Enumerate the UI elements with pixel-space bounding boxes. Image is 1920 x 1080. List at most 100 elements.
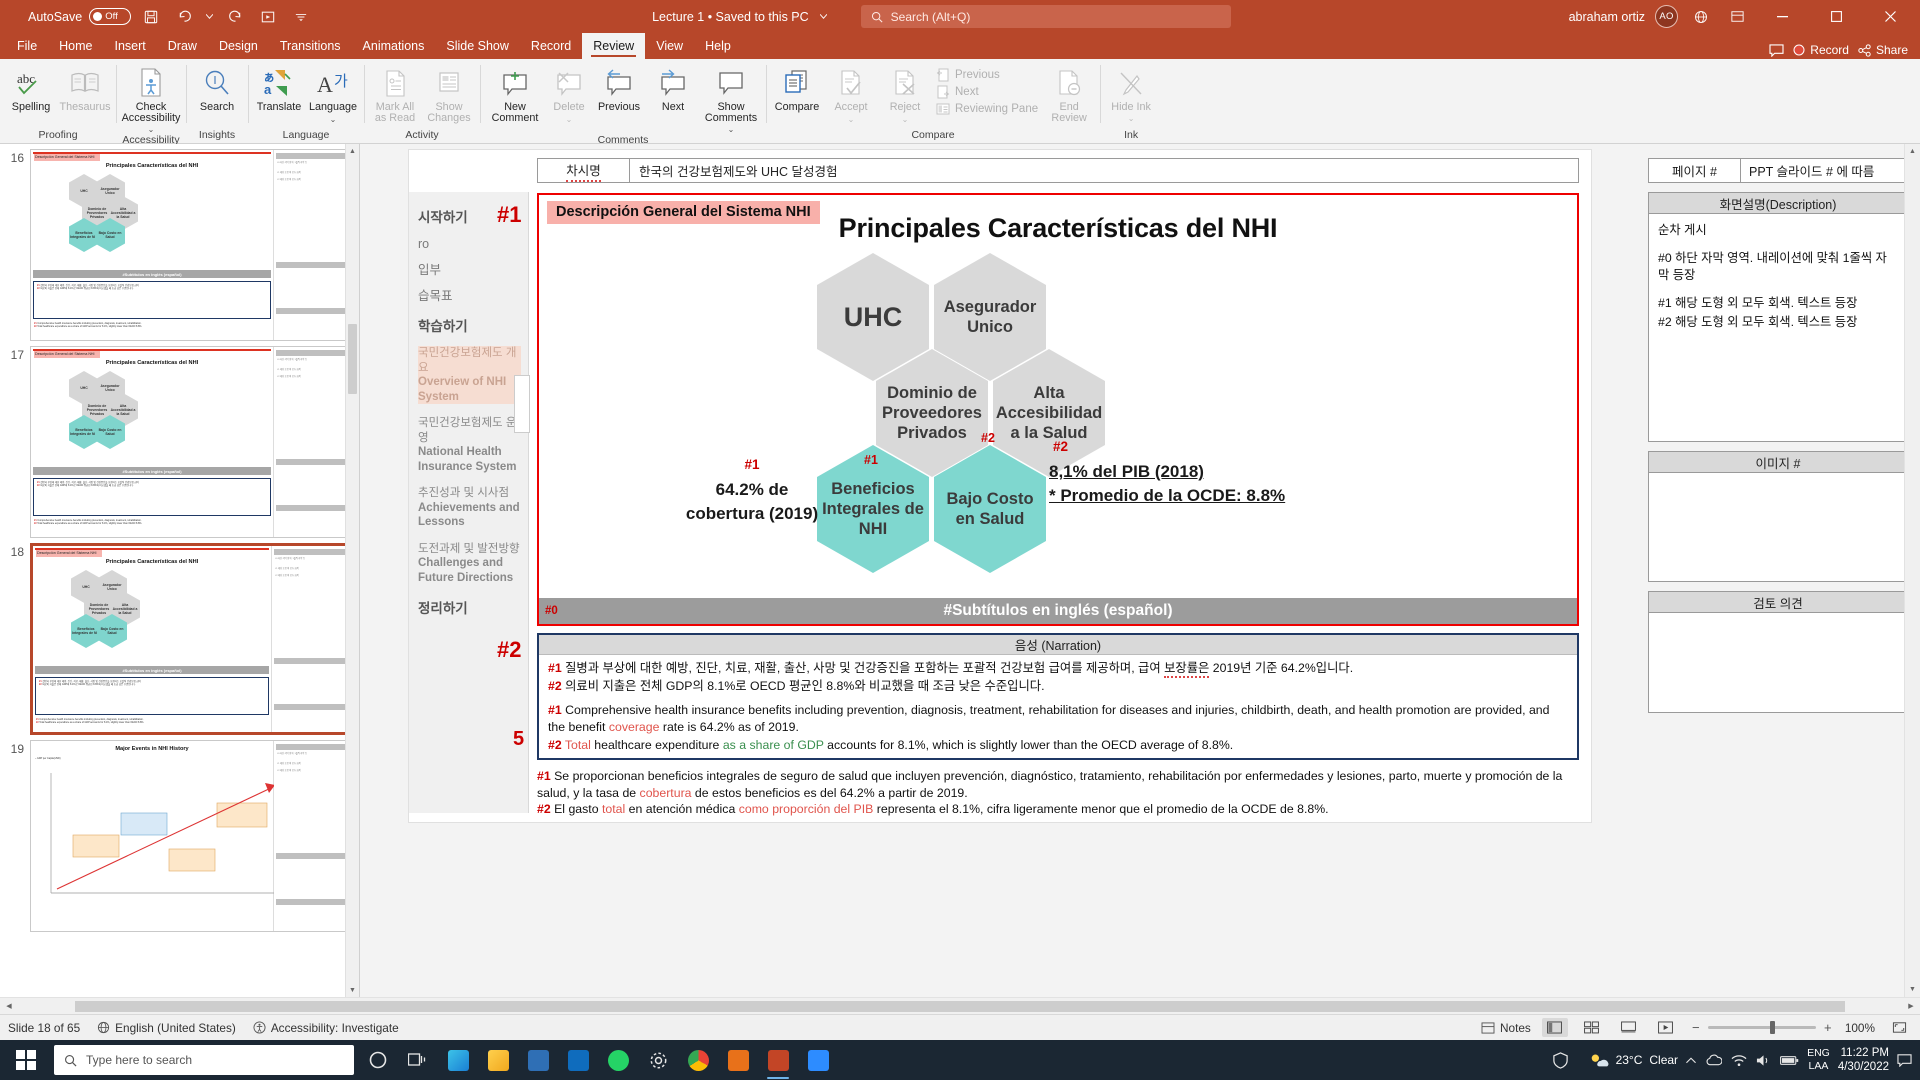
end-review-button[interactable]: End Review (1042, 63, 1096, 125)
tab-animations[interactable]: Animations (352, 33, 436, 59)
hide-ink-caret-icon[interactable]: ⌄ (1128, 115, 1135, 123)
file-explorer-icon[interactable] (478, 1040, 518, 1080)
title-dropdown-icon[interactable] (817, 5, 831, 29)
tab-insert[interactable]: Insert (104, 33, 157, 59)
thumbnail-slide-16[interactable]: 16 Descripción General del Sistema NHI Pri… (0, 144, 359, 341)
customize-toolbar-icon[interactable] (288, 5, 314, 29)
undo-icon[interactable] (171, 5, 197, 29)
document-title[interactable]: Lecture 1 • Saved to this PC (652, 10, 809, 24)
clock[interactable]: 11:22 PM 4/30/2022 (1838, 1046, 1889, 1074)
next-change-item[interactable]: Next (936, 85, 1038, 99)
hide-ink-button[interactable]: Hide Ink ⌄ (1104, 63, 1158, 125)
edge-icon[interactable] (438, 1040, 478, 1080)
search-ribbon-button[interactable]: Search (190, 63, 244, 125)
whatsapp-icon[interactable] (598, 1040, 638, 1080)
slide-sorter-icon[interactable] (1579, 1018, 1605, 1037)
nav-item-overview[interactable]: 국민건강보험제도 개요 Overview of NHI System (418, 346, 521, 404)
record-button[interactable]: Record (1793, 43, 1849, 57)
current-slide[interactable]: 시작하기 ro 입부 습목표 학습하기 국민건강보험제도 개요 Overview… (409, 150, 1591, 822)
mark-all-as-read-button[interactable]: Mark All as Read (368, 63, 422, 125)
hscroll-track[interactable] (19, 1000, 1901, 1013)
reject-button[interactable]: Reject ⌄ (878, 63, 932, 125)
nav-item-achievements[interactable]: 추진성과 및 시사점 Achievements and Lessons (418, 486, 521, 530)
tab-record[interactable]: Record (520, 33, 582, 59)
spanish-subtitle-text[interactable]: #1 Se proporcionan beneficios integrales… (537, 768, 1579, 818)
thumbnail-scroll-up-icon[interactable]: ▲ (346, 144, 359, 158)
maximize-button[interactable] (1814, 0, 1858, 33)
battery-icon[interactable] (1780, 1055, 1799, 1066)
review-panel[interactable] (1648, 613, 1908, 713)
narration-box[interactable]: 음성 (Narration) #1 질병과 부상에 대한 예방, 진단, 치료,… (537, 633, 1579, 760)
tab-view[interactable]: View (645, 33, 694, 59)
volume-icon[interactable] (1756, 1054, 1771, 1067)
slide-counter[interactable]: Slide 18 of 65 (8, 1021, 80, 1035)
show-comments-button[interactable]: Show Comments ⌄ (700, 63, 762, 134)
search-input[interactable]: Search (Alt+Q) (860, 5, 1231, 28)
check-accessibility-caret-icon[interactable]: ⌄ (148, 126, 155, 134)
previous-comment-button[interactable]: Previous (592, 63, 646, 125)
nav-item-challenges[interactable]: 도전과제 및 발전방향 Challenges and Future Direct… (418, 542, 521, 586)
comments-button[interactable] (1769, 43, 1784, 57)
tab-slide-show[interactable]: Slide Show (435, 33, 520, 59)
normal-view-icon[interactable] (1541, 1018, 1568, 1037)
spelling-button[interactable]: abc Spelling (4, 63, 58, 125)
check-accessibility-button[interactable]: Check Accessibility ⌄ (120, 63, 182, 134)
chrome-icon[interactable] (678, 1040, 718, 1080)
previous-change-item[interactable]: Previous (936, 68, 1038, 82)
language-indicator[interactable]: ENG LAA (1807, 1047, 1830, 1073)
settings-icon[interactable] (638, 1040, 678, 1080)
onedrive-icon[interactable] (1705, 1054, 1723, 1066)
image-panel[interactable] (1648, 473, 1908, 582)
powerpoint-taskbar-icon[interactable] (758, 1040, 798, 1080)
thesaurus-button[interactable]: Thesaurus (58, 63, 112, 125)
slide-thumbnail-pane[interactable]: 16 Descripción General del Sistema NHI Pri… (0, 144, 360, 997)
tab-draw[interactable]: Draw (157, 33, 208, 59)
narration-body[interactable]: #1 질병과 부상에 대한 예방, 진단, 치료, 재활, 출산, 사망 및 건… (539, 655, 1577, 754)
thumbnail-scrollbar[interactable]: ▲ ▼ (345, 144, 359, 997)
zoom-level[interactable]: 100% (1845, 1021, 1875, 1035)
task-view-icon[interactable] (398, 1040, 438, 1080)
accept-button[interactable]: Accept ⌄ (824, 63, 878, 125)
zoom-knob[interactable] (1769, 1021, 1775, 1034)
language-button[interactable]: A가 Language ⌄ (306, 63, 360, 125)
hscroll-left-icon[interactable]: ◀ (0, 1002, 18, 1010)
thumbnail-scroll-thumb[interactable] (348, 324, 357, 394)
meta-value[interactable]: 한국의 건강보험제도와 UHC 달성경험 (629, 158, 1579, 183)
autosave-toggle[interactable]: Off (89, 8, 132, 25)
thumbnail-slide-17[interactable]: 17 Descripción General del Sistema NHI Pri… (0, 341, 359, 538)
zoom-slider[interactable]: − + (1690, 1020, 1834, 1035)
zoom-track[interactable] (1707, 1021, 1816, 1034)
notification-center-icon[interactable] (1897, 1053, 1912, 1067)
slide-content-frame[interactable]: Descripción General del Sistema NHI Prin… (537, 193, 1579, 626)
ribbon-display-icon[interactable] (1724, 5, 1750, 29)
reject-caret-icon[interactable]: ⌄ (902, 115, 909, 123)
language-caret-icon[interactable]: ⌄ (330, 115, 337, 123)
horizontal-scrollbar[interactable]: ◀ ▶ (0, 997, 1920, 1014)
thumbnail-card[interactable]: Descripción General del Sistema NHI Princ… (30, 346, 353, 538)
language-status[interactable]: English (United States) (97, 1021, 236, 1035)
present-icon[interactable] (255, 5, 281, 29)
mail-icon[interactable] (558, 1040, 598, 1080)
description-panel[interactable]: 순차 게시 #0 하단 자막 영역. 내레이션에 맞춰 1줄씩 자막 등장 #1… (1648, 214, 1908, 442)
tab-help[interactable]: Help (694, 33, 742, 59)
tab-file[interactable]: File (6, 33, 48, 59)
save-icon[interactable] (138, 5, 164, 29)
scroll-down-icon[interactable]: ▼ (1905, 982, 1920, 997)
fit-slide-icon[interactable] (1886, 1018, 1912, 1037)
thumbnail-scroll-down-icon[interactable]: ▼ (346, 983, 359, 997)
compare-button[interactable]: Compare (770, 63, 824, 125)
start-button[interactable] (2, 1040, 50, 1080)
reviewing-pane-item[interactable]: Reviewing Pane (936, 102, 1038, 116)
nav-scroll-handle[interactable] (514, 375, 530, 433)
tray-expand-icon[interactable] (1686, 1056, 1696, 1064)
defender-icon[interactable] (1541, 1040, 1581, 1080)
hscroll-right-icon[interactable]: ▶ (1902, 1002, 1920, 1010)
globe-icon[interactable] (1688, 5, 1714, 29)
scroll-up-icon[interactable]: ▲ (1905, 144, 1920, 159)
thumbnail-card[interactable]: Major Events in NHI History ~ GDP per Cap… (30, 740, 353, 932)
show-comments-caret-icon[interactable]: ⌄ (728, 126, 735, 134)
new-comment-button[interactable]: New Comment (484, 63, 546, 125)
share-button[interactable]: Share (1858, 43, 1912, 57)
undo-dropdown-icon[interactable] (204, 5, 215, 29)
accept-caret-icon[interactable]: ⌄ (848, 115, 855, 123)
